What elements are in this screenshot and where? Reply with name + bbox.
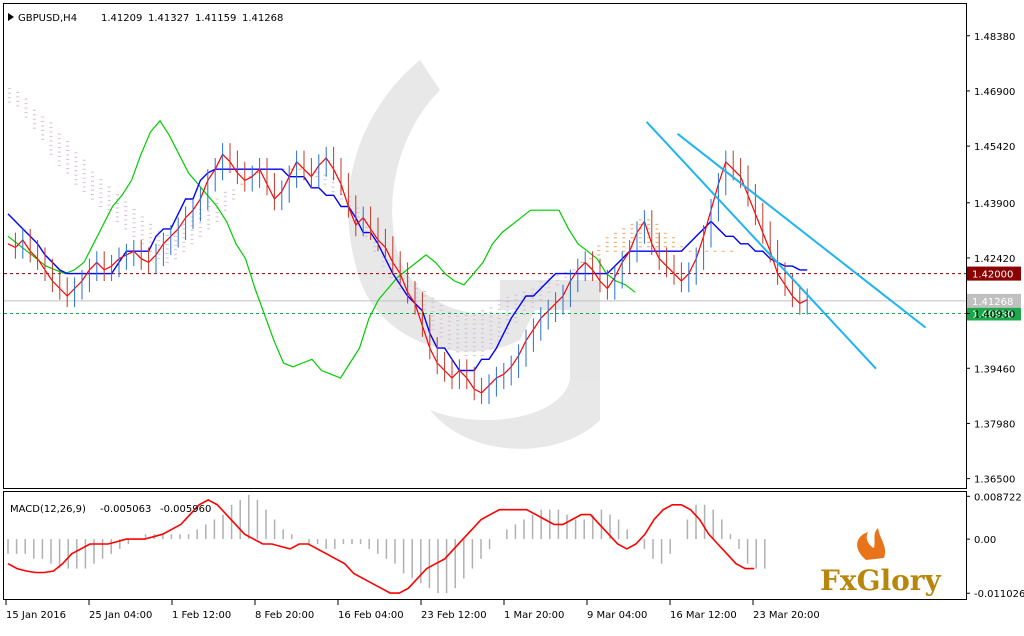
price-tick-label: 1.48380 xyxy=(974,32,1015,43)
price-tick-label: 1.43900 xyxy=(974,199,1015,210)
time-tick-label: 1 Feb 12:00 xyxy=(172,610,231,621)
macd-tick-label: 0.008722 xyxy=(974,492,1022,503)
fxglory-logo: FxGlory xyxy=(820,528,942,597)
time-tick-label: 16 Feb 04:00 xyxy=(338,610,404,621)
macd-header: MACD(12,26,9) -0.005063 -0.005960 xyxy=(10,504,211,515)
price-tick-label: 1.45420 xyxy=(974,142,1015,153)
ohlc-high: 1.41327 xyxy=(148,13,189,24)
macd-label: MACD(12,26,9) xyxy=(10,504,86,515)
channel-upper-line xyxy=(676,133,927,329)
price-chart: 1.420001.409301.41268 1.483801.469001.45… xyxy=(3,3,1024,621)
flame-icon xyxy=(857,528,886,560)
symbol-arrow-icon xyxy=(8,13,14,21)
ohlc-close: 1.41268 xyxy=(242,13,283,24)
time-axis: 15 Jan 2016 25 Jan 04:00 1 Feb 12:00 8 Feb … xyxy=(5,600,820,621)
channel-lower-line xyxy=(645,121,877,370)
time-tick-label: 8 Feb 20:00 xyxy=(255,610,314,621)
time-tick-label: 1 Mar 20:00 xyxy=(504,610,564,621)
price-tick-label: 1.39460 xyxy=(974,364,1015,375)
level-tag-label: 1.41268 xyxy=(972,297,1013,308)
ohlc-open: 1.41209 xyxy=(101,13,142,24)
time-tick-label: 16 Mar 12:00 xyxy=(670,610,737,621)
macd-tick-label: -0.011026 xyxy=(974,589,1024,600)
price-tick-label: 1.40930 xyxy=(974,309,1015,320)
logo-text: FxGlory xyxy=(820,564,942,597)
price-axis: 1.48380 1.46900 1.45420 1.43900 1.42420 1.409… xyxy=(966,32,1015,486)
macd-signal-value: -0.005960 xyxy=(160,504,211,515)
price-tick-label: 1.42420 xyxy=(974,254,1015,265)
ohlc-low: 1.41159 xyxy=(195,13,236,24)
symbol-label: GBPUSD,H4 xyxy=(18,13,77,24)
chart-header: GBPUSD,H4 1.41209 1.41327 1.41159 1.4126… xyxy=(8,13,283,24)
indicator-lines xyxy=(7,119,808,405)
trend-channel xyxy=(645,121,927,370)
level-tag-label: 1.42000 xyxy=(972,270,1013,281)
time-tick-label: 15 Jan 2016 xyxy=(6,610,66,621)
price-tick-label: 1.46900 xyxy=(974,87,1015,98)
time-tick-label: 23 Feb 12:00 xyxy=(421,610,487,621)
price-tick-label: 1.37980 xyxy=(974,419,1015,430)
macd-main-value: -0.005063 xyxy=(100,504,151,515)
time-tick-label: 25 Jan 04:00 xyxy=(89,610,152,621)
time-tick-label: 23 Mar 20:00 xyxy=(753,610,820,621)
price-tick-label: 1.36500 xyxy=(974,475,1015,486)
macd-tick-label: 0.00 xyxy=(974,535,996,546)
time-tick-label: 9 Mar 04:00 xyxy=(587,610,647,621)
